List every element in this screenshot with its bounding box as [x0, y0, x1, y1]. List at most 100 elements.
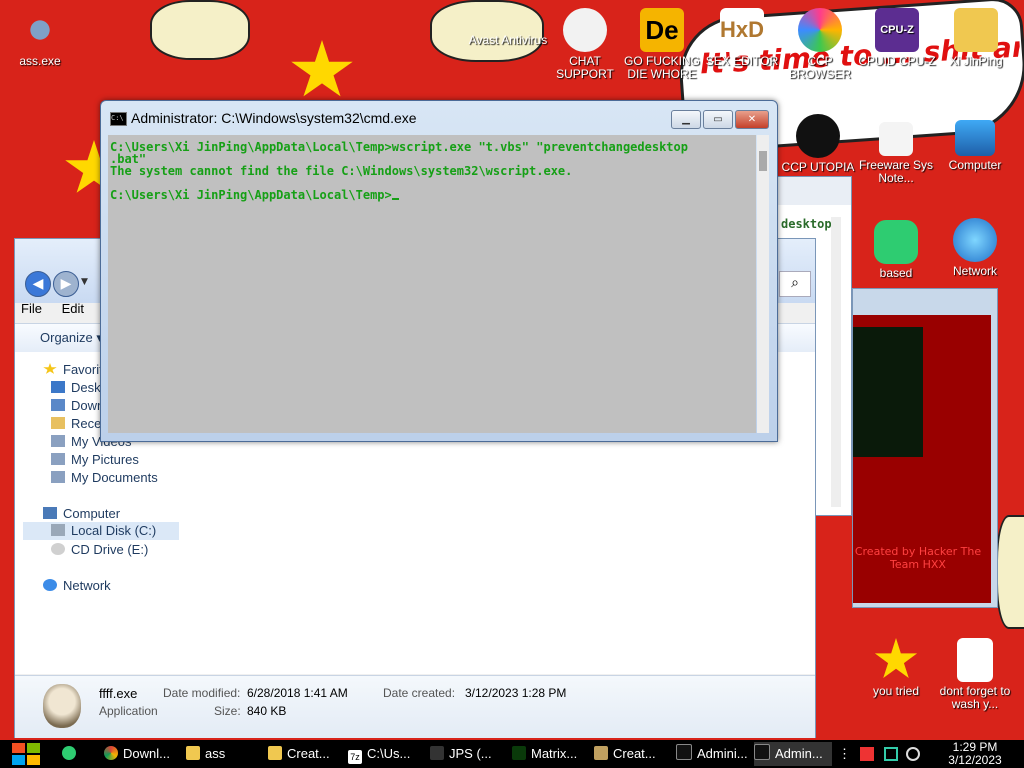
cpuz-icon: CPU-Z	[875, 8, 919, 52]
details-type: Application	[99, 704, 158, 718]
desktop-icon-you-tried[interactable]: you tried	[856, 638, 936, 698]
text-cursor	[391, 198, 399, 200]
details-pane: ffff.exe Application Date modified: 6/28…	[15, 675, 815, 738]
background-window-text: desktop	[781, 217, 832, 231]
details-created-label: Date created:	[383, 686, 456, 700]
back-button[interactable]: ◀	[25, 271, 51, 297]
taskbar-item-ass[interactable]: ass	[186, 742, 258, 766]
details-filename: ffff.exe	[99, 686, 138, 701]
desktop-icon-go-fucking[interactable]: De GO FUCKING DIE WHORE	[622, 8, 702, 81]
desktop-icon-label: CPUID CPU-Z	[858, 54, 936, 68]
maximize-button[interactable]: ▭	[703, 110, 733, 129]
desktop-icon-dont-forget[interactable]: dont forget to wash y...	[935, 638, 1015, 711]
computer-icon	[43, 507, 57, 519]
gear-cluster-icon	[18, 8, 62, 52]
desktop-icon-cpuz[interactable]: CPU-Z CPUID CPU-Z	[857, 8, 937, 68]
desktop-icon-network[interactable]: Network	[935, 218, 1015, 278]
forward-button[interactable]: ▶	[53, 271, 79, 297]
nav-cd-drive[interactable]: CD Drive (E:)	[51, 542, 148, 557]
chrome-icon	[104, 746, 118, 760]
documents-folder-icon	[51, 471, 65, 483]
desktop-icon-computer[interactable]: Computer	[935, 120, 1015, 172]
desktop-icon-label: you tried	[872, 684, 920, 698]
nav-network[interactable]: Network	[43, 578, 111, 593]
cmd-console[interactable]: C:\Users\Xi JinPing\AppData\Local\Temp>w…	[108, 135, 756, 433]
cmd-window-title: Administrator: C:\Windows\system32\cmd.e…	[131, 110, 417, 126]
desktop-icon-label: Xi JinPing	[949, 54, 1003, 68]
nav-label: Computer	[63, 506, 121, 521]
hxd-icon: HxD	[720, 8, 764, 52]
desktop-icon-based[interactable]: based	[856, 220, 936, 280]
taskbar-item-label: ass	[205, 746, 226, 761]
taskbar-item-create-2[interactable]: Creat...	[594, 742, 666, 766]
taskbar-item-downloads[interactable]: Downl...	[104, 742, 180, 766]
desktop-icon-label: dont forget to wash y...	[939, 684, 1011, 711]
desktop-icon-avast[interactable]: Avast Antivirus	[468, 34, 548, 47]
nav-computer[interactable]: Computer	[43, 506, 120, 521]
details-modified-label: Date modified:	[163, 686, 241, 700]
console-prompt-line: C:\Users\Xi JinPing\AppData\Local\Temp>	[110, 189, 756, 201]
7zip-icon: 7z	[348, 750, 362, 764]
scrollbar-thumb[interactable]	[759, 151, 767, 171]
desktop-icon-label: CCP BROWSER	[788, 54, 851, 81]
downloads-folder-icon	[51, 399, 65, 411]
taskbar-item-chat[interactable]	[62, 742, 90, 766]
close-button[interactable]: ✕	[735, 110, 769, 129]
overflow-menu-icon[interactable]: ⋮	[838, 742, 848, 766]
flag-tray-icon[interactable]	[860, 747, 874, 761]
desktop-icon-label: CHAT SUPPORT	[556, 54, 614, 81]
taskbar-item-admin-2[interactable]: Admin...	[754, 742, 832, 766]
nav-my-documents[interactable]: My Documents	[51, 470, 158, 485]
taskbar-item-matrix[interactable]: Matrix...	[512, 742, 584, 766]
cmd-scrollbar[interactable]	[757, 135, 769, 433]
details-size-label: Size:	[214, 704, 241, 718]
desktop-icon-label: SEX EDITOR	[705, 54, 779, 68]
taskbar-item-label: Creat...	[613, 746, 656, 761]
taskbar-item-7zip[interactable]: 7z C:\Us...	[348, 742, 420, 766]
minimize-button[interactable]: ▁	[671, 110, 701, 129]
cd-drive-icon	[51, 543, 65, 555]
cmd-icon	[754, 744, 770, 760]
network-globe-icon	[953, 218, 997, 262]
scrollbar[interactable]	[831, 217, 841, 507]
desktop-icon-label: Network	[952, 264, 997, 278]
volume-tray-icon[interactable]	[906, 747, 920, 761]
desktop-folder-icon	[51, 381, 65, 393]
jps-icon	[430, 746, 444, 760]
details-size-value: 840 KB	[247, 704, 287, 718]
cmd-icon	[676, 744, 692, 760]
chevron-down-icon[interactable]: ▼	[81, 277, 88, 287]
menu-file[interactable]: File	[21, 301, 42, 316]
search-icon[interactable]: ⌕	[779, 271, 811, 297]
taskbar-item-label: JPS (...	[449, 746, 492, 761]
green-chat-icon	[62, 746, 76, 760]
taskbar-clock[interactable]: 1:29 PM 3/12/2023	[940, 740, 1010, 767]
organize-button[interactable]: Organize ▾	[40, 330, 103, 346]
desktop-icon-chat-support[interactable]: CHAT SUPPORT	[545, 8, 625, 81]
menu-edit[interactable]: Edit	[62, 301, 84, 316]
desktop-icon-ass[interactable]: ass.exe	[0, 8, 80, 68]
taskbar-item-create-1[interactable]: Creat...	[268, 742, 340, 766]
background-window-dark[interactable]: Created by Hacker The Team HXX	[852, 288, 998, 608]
nav-my-pictures[interactable]: My Pictures	[51, 452, 139, 467]
details-modified-value: 6/28/2018 1:41 AM	[247, 686, 348, 700]
desktop-icon-sex-editor[interactable]: HxD SEX EDITOR	[702, 8, 782, 68]
skull-file-icon	[43, 684, 81, 728]
network-tray-icon[interactable]	[884, 747, 898, 761]
start-button[interactable]	[10, 742, 42, 766]
desktop-icon-ccp-utopia[interactable]: CCP UTOPIA	[778, 114, 858, 174]
organize-label: Organize	[40, 330, 93, 345]
desktop-icon-freeware-sys-note[interactable]: Freeware Sys Note...	[856, 122, 936, 185]
taskbar-item-jps[interactable]: JPS (...	[430, 742, 500, 766]
nav-local-disk[interactable]: Local Disk (C:)	[23, 522, 179, 540]
desktop-icon-ccp-browser[interactable]: CCP BROWSER	[780, 8, 860, 81]
cmd-window-icon: C:\	[110, 112, 127, 126]
image-editor-icon	[594, 746, 608, 760]
background-window-credit-text: Created by Hacker The Team HXX	[854, 545, 982, 571]
browser-swirl-icon	[798, 8, 842, 52]
nav-label: Local Disk (C:)	[71, 523, 157, 538]
taskbar-item-admin-1[interactable]: Admini...	[676, 742, 750, 766]
taskbar-item-label: Matrix...	[531, 746, 578, 761]
computer-monitor-icon	[955, 120, 995, 156]
desktop-icon-xi-jinping[interactable]: Xi JinPing	[936, 8, 1016, 68]
